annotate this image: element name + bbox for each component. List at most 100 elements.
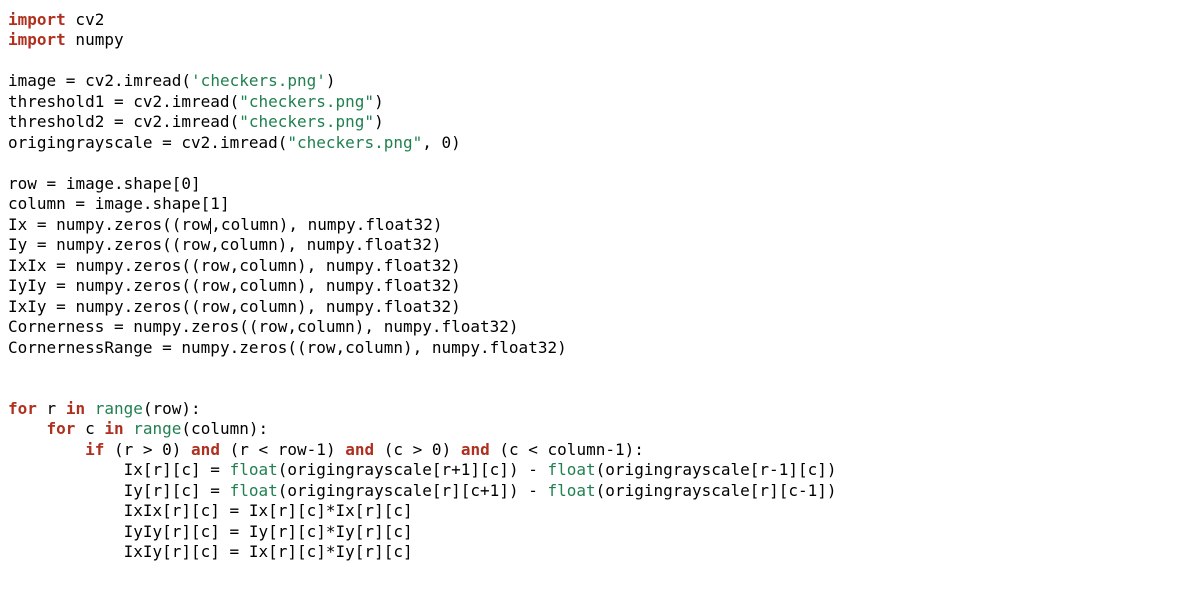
code-token: = <box>47 297 76 316</box>
code-token: numpy.zeros((row,column), numpy.float32) <box>133 317 518 336</box>
code-token: Iy[r][c] <box>249 522 326 541</box>
code-token: 1 <box>779 460 789 479</box>
code-token: r <box>37 399 66 418</box>
code-token: and <box>191 440 220 459</box>
code-token: 0 <box>432 440 442 459</box>
code-token: float <box>547 460 595 479</box>
code-token: * <box>326 522 336 541</box>
code-token: IxIx <box>8 256 47 275</box>
code-token: numpy.zeros((row,column), numpy.float32) <box>181 338 566 357</box>
code-token: cv2.imread( <box>133 112 239 131</box>
code-token: Iy <box>8 235 27 254</box>
code-token: 1 <box>808 481 818 500</box>
code-token: Ix[r][c] <box>249 501 326 520</box>
code-token: ]) <box>499 481 528 500</box>
code-line: for r in range(row): <box>8 399 201 418</box>
code-token <box>422 440 432 459</box>
code-token: - <box>798 481 808 500</box>
code-token: = <box>220 501 249 520</box>
code-token: float <box>230 481 278 500</box>
code-token: ) <box>374 92 384 111</box>
code-token: if <box>85 440 104 459</box>
code-token: image.shape[ <box>95 194 211 213</box>
code-token <box>124 419 134 438</box>
code-token: range <box>95 399 143 418</box>
code-token: float <box>548 481 596 500</box>
code-line: import cv2 <box>8 10 104 29</box>
code-token: 1 <box>461 460 471 479</box>
code-token: - <box>528 460 538 479</box>
code-token: = <box>104 92 133 111</box>
code-token: ) <box>326 440 345 459</box>
code-token: cv2 <box>66 10 105 29</box>
code-line: IxIx[r][c] = Ix[r][c]*Ix[r][c] <box>8 501 413 520</box>
code-token: < <box>528 440 538 459</box>
code-token: (origingrayscale[r <box>596 460 769 479</box>
code-editor[interactable]: import cv2 import numpy image = cv2.imre… <box>0 0 1200 573</box>
code-token: 'checkers.png' <box>191 71 326 90</box>
code-line: threshold2 = cv2.imread("checkers.png") <box>8 112 384 131</box>
code-token: - <box>528 481 538 500</box>
code-token: cv2.imread( <box>133 92 239 111</box>
code-token: = <box>201 460 230 479</box>
code-line: origingrayscale = cv2.imread("checkers.p… <box>8 133 461 152</box>
code-token: row <box>268 440 307 459</box>
code-line: IxIx = numpy.zeros((row,column), numpy.f… <box>8 256 461 275</box>
code-token: numpy.zeros((row,column), numpy.float32) <box>56 235 441 254</box>
code-token: column <box>538 440 605 459</box>
code-token: image.shape[ <box>66 174 182 193</box>
code-token: CornernessRange <box>8 338 153 357</box>
code-token: = <box>104 112 133 131</box>
code-token: = <box>56 71 85 90</box>
code-token: Iy[r][c] <box>8 481 201 500</box>
code-token: ) <box>451 133 461 152</box>
code-token: numpy.zeros((row,column), numpy.float32) <box>75 276 460 295</box>
code-token: = <box>220 542 249 561</box>
code-token: = <box>27 215 56 234</box>
code-token: "checkers.png" <box>287 133 422 152</box>
code-token: 1 <box>210 194 220 213</box>
code-token: (r <box>220 440 259 459</box>
code-token: ) <box>326 71 336 90</box>
code-line: row = image.shape[0] <box>8 174 201 193</box>
code-token: ) <box>172 440 191 459</box>
code-token: numpy.zeros((row,column), numpy.float32) <box>75 256 460 275</box>
code-token: IxIy <box>8 297 47 316</box>
code-token: - <box>769 460 779 479</box>
code-line: Cornerness = numpy.zeros((row,column), n… <box>8 317 519 336</box>
code-token: import <box>8 30 66 49</box>
code-token: - <box>307 440 317 459</box>
code-token: threshold1 <box>8 92 104 111</box>
code-token: ]) <box>817 481 836 500</box>
code-line: IxIy = numpy.zeros((row,column), numpy.f… <box>8 297 461 316</box>
code-line: CornernessRange = numpy.zeros((row,colum… <box>8 338 567 357</box>
code-token: cv2.imread( <box>181 133 287 152</box>
code-token <box>538 481 548 500</box>
code-token: column <box>8 194 66 213</box>
code-token: 1 <box>490 481 500 500</box>
code-token: and <box>345 440 374 459</box>
code-line: IyIy[r][c] = Iy[r][c]*Iy[r][c] <box>8 522 413 541</box>
code-token: row <box>8 174 37 193</box>
code-line: column = image.shape[1] <box>8 194 230 213</box>
code-token: = <box>220 522 249 541</box>
code-token: threshold2 <box>8 112 104 131</box>
code-token: in <box>104 419 123 438</box>
code-token: numpy <box>66 30 124 49</box>
code-token: 1 <box>316 440 326 459</box>
code-token: for <box>8 399 37 418</box>
code-token: (column): <box>181 419 268 438</box>
code-token: and <box>461 440 490 459</box>
code-token: cv2.imread( <box>85 71 191 90</box>
code-token: = <box>201 481 230 500</box>
code-token: = <box>66 194 95 213</box>
code-token: in <box>66 399 85 418</box>
code-token: = <box>47 276 76 295</box>
code-line: import numpy <box>8 30 124 49</box>
code-token: IxIy[r][c] <box>8 542 220 561</box>
code-token: (origingrayscale[r <box>278 460 451 479</box>
code-token: range <box>133 419 181 438</box>
code-token: (c <box>490 440 529 459</box>
code-token: > <box>413 440 423 459</box>
code-token: origingrayscale <box>8 133 153 152</box>
